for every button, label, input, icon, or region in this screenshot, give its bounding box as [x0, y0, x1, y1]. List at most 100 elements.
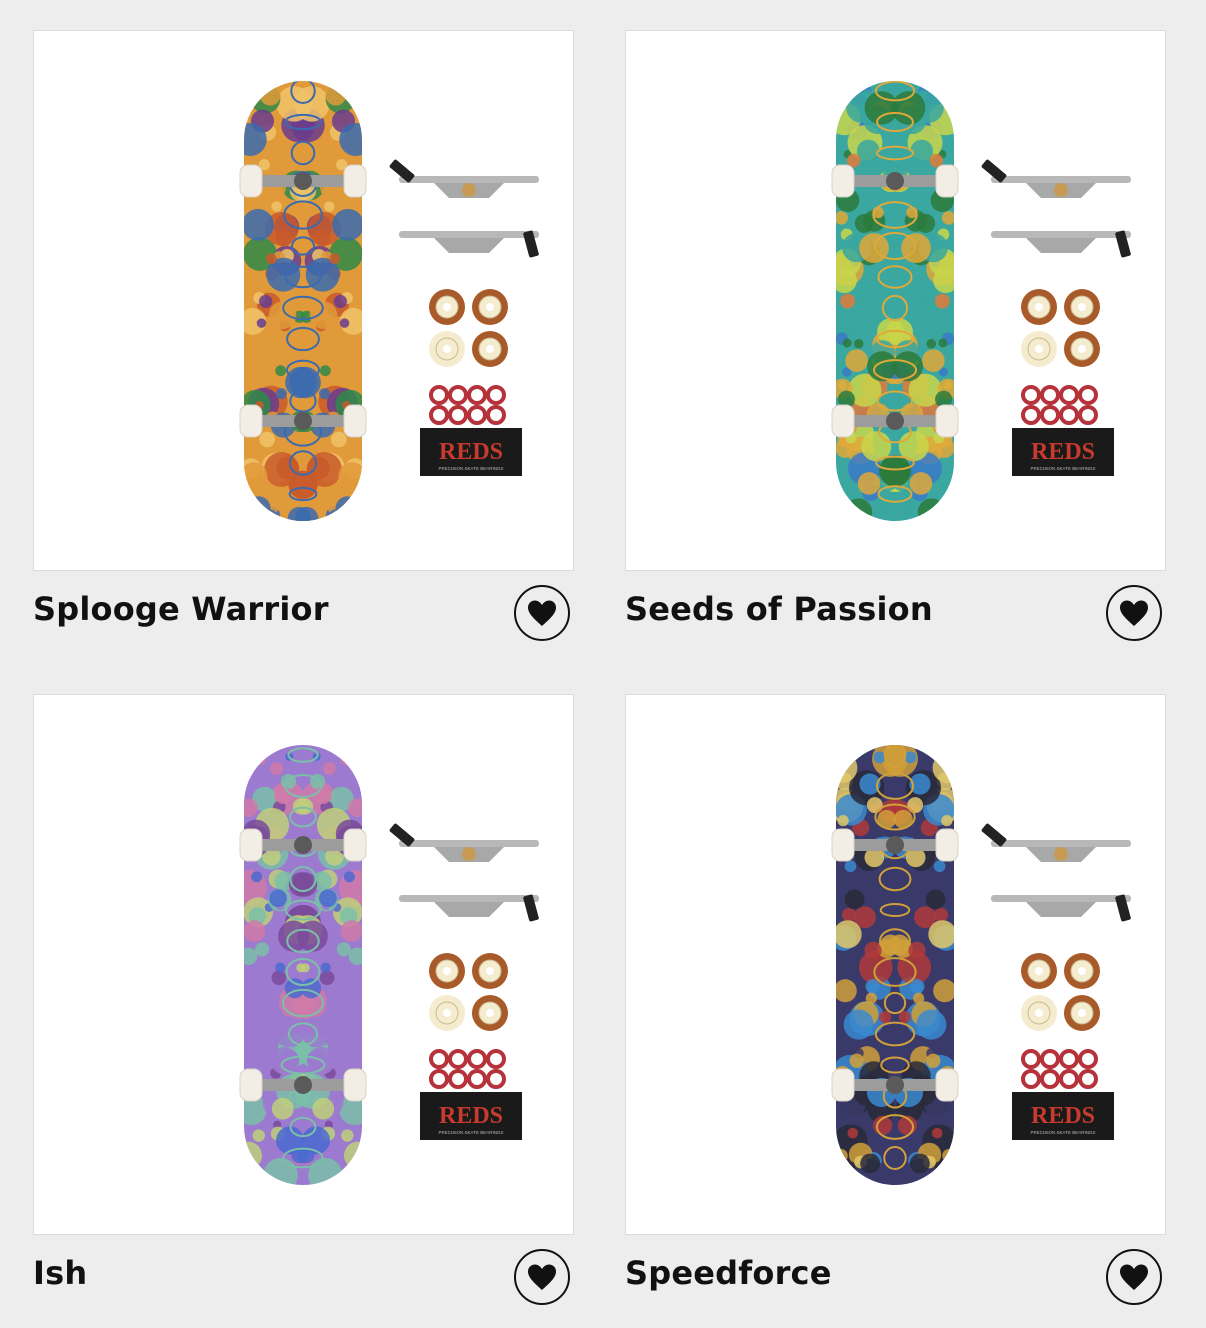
skateboard-deck — [836, 745, 954, 1185]
bearing — [1021, 1069, 1041, 1089]
wheel-hub — [1078, 345, 1086, 353]
favorite-button[interactable] — [514, 1249, 570, 1305]
loose-truck — [389, 159, 539, 198]
bearing — [1040, 1069, 1060, 1089]
product-title[interactable]: Ish — [33, 1254, 87, 1292]
kingpin — [886, 836, 904, 854]
bearing — [486, 405, 506, 425]
bearing — [1059, 385, 1079, 405]
bearing — [467, 1049, 487, 1069]
skateboard-kit-illustration: REDSPRECISION SKATE BEARINGS — [831, 81, 1131, 521]
bearing — [1059, 405, 1079, 425]
heart-icon — [1120, 1264, 1148, 1290]
kingpin — [294, 1076, 312, 1094]
wheel — [831, 828, 855, 862]
product-image[interactable]: REDS PRECISION SKATE BEARINGS — [625, 30, 1166, 571]
wheel — [343, 164, 367, 198]
bearing — [448, 1049, 468, 1069]
wheel-hub — [443, 303, 451, 311]
bearing — [1040, 405, 1060, 425]
bearing — [467, 385, 487, 405]
bearing-subtitle: PRECISION SKATE BEARINGS — [1031, 466, 1096, 471]
bearing-brand: REDS — [439, 439, 503, 465]
wheel — [343, 828, 367, 862]
wheel — [935, 828, 959, 862]
wheel-hub — [1035, 303, 1043, 311]
bearing — [1021, 405, 1041, 425]
heart-icon — [528, 1264, 556, 1290]
wheel-hub — [1078, 303, 1086, 311]
skateboard-deck — [244, 81, 362, 521]
wheel-hub — [486, 345, 494, 353]
kingpin — [886, 172, 904, 190]
wheel — [935, 1068, 959, 1102]
bearing-brand: REDS — [1031, 1103, 1095, 1129]
bearing — [448, 385, 468, 405]
kingpin — [294, 836, 312, 854]
bearing — [1021, 385, 1041, 405]
bearing — [448, 405, 468, 425]
skateboard-deck — [836, 81, 954, 521]
wheel-hub — [486, 303, 494, 311]
bearing-subtitle: PRECISION SKATE BEARINGS — [1031, 1130, 1096, 1135]
skateboard-kit-illustration: REDSPRECISION SKATE BEARINGS — [831, 745, 1131, 1185]
bearing — [1021, 1049, 1041, 1069]
wheel — [239, 828, 263, 862]
wheel — [343, 1068, 367, 1102]
bearing — [429, 1049, 449, 1069]
favorite-button[interactable] — [1106, 1249, 1162, 1305]
bearing — [1078, 405, 1098, 425]
product-title[interactable]: Splooge Warrior — [33, 590, 329, 628]
bearing — [486, 1069, 506, 1089]
wheel-hub — [443, 1009, 451, 1017]
favorite-button[interactable] — [514, 585, 570, 641]
loose-truck — [399, 894, 539, 922]
product-title[interactable]: Seeds of Passion — [625, 590, 933, 628]
wheel — [935, 404, 959, 438]
bearing — [467, 405, 487, 425]
product-image[interactable]: REDS PRECISION SKATE BEARINGS — [33, 30, 574, 571]
bearing — [1059, 1069, 1079, 1089]
bearing — [1078, 1049, 1098, 1069]
skateboard-deck — [244, 745, 362, 1185]
wheel — [831, 164, 855, 198]
bearing-subtitle: PRECISION SKATE BEARINGS — [439, 466, 504, 471]
product-image[interactable]: REDS PRECISION SKATE BEARINGS — [625, 694, 1166, 1235]
product-title[interactable]: Speedforce — [625, 1254, 832, 1292]
kingpin — [294, 172, 312, 190]
wheel-hub — [486, 1009, 494, 1017]
bearing-brand: REDS — [439, 1103, 503, 1129]
wheel-hub — [1035, 345, 1043, 353]
skateboard-kit-illustration: REDSPRECISION SKATE BEARINGS — [239, 745, 539, 1185]
kingpin — [886, 1076, 904, 1094]
kingpin — [294, 412, 312, 430]
wheel — [343, 404, 367, 438]
favorite-button[interactable] — [1106, 585, 1162, 641]
bearing — [1078, 1069, 1098, 1089]
bearing — [1040, 1049, 1060, 1069]
wheel-hub — [486, 967, 494, 975]
wheel-hub — [443, 967, 451, 975]
wheel-hub — [1035, 967, 1043, 975]
product-image[interactable]: REDS PRECISION SKATE BEARINGS — [33, 694, 574, 1235]
loose-truck — [389, 823, 539, 862]
wheel — [239, 1068, 263, 1102]
skateboard-kit-illustration: REDSPRECISION SKATE BEARINGS — [239, 81, 539, 521]
kingpin — [886, 412, 904, 430]
bearing-subtitle: PRECISION SKATE BEARINGS — [439, 1130, 504, 1135]
loose-truck — [991, 894, 1131, 922]
bearing — [486, 385, 506, 405]
bearing — [486, 1049, 506, 1069]
heart-icon — [1120, 600, 1148, 626]
wheel-hub — [1078, 967, 1086, 975]
wheel-hub — [1035, 1009, 1043, 1017]
loose-truck — [991, 230, 1131, 258]
bearing — [467, 1069, 487, 1089]
loose-truck — [981, 823, 1131, 862]
wheel — [239, 404, 263, 438]
bearing-brand: REDS — [1031, 439, 1095, 465]
wheel — [831, 404, 855, 438]
bearing — [1059, 1049, 1079, 1069]
wheel-hub — [443, 345, 451, 353]
bearing — [429, 385, 449, 405]
